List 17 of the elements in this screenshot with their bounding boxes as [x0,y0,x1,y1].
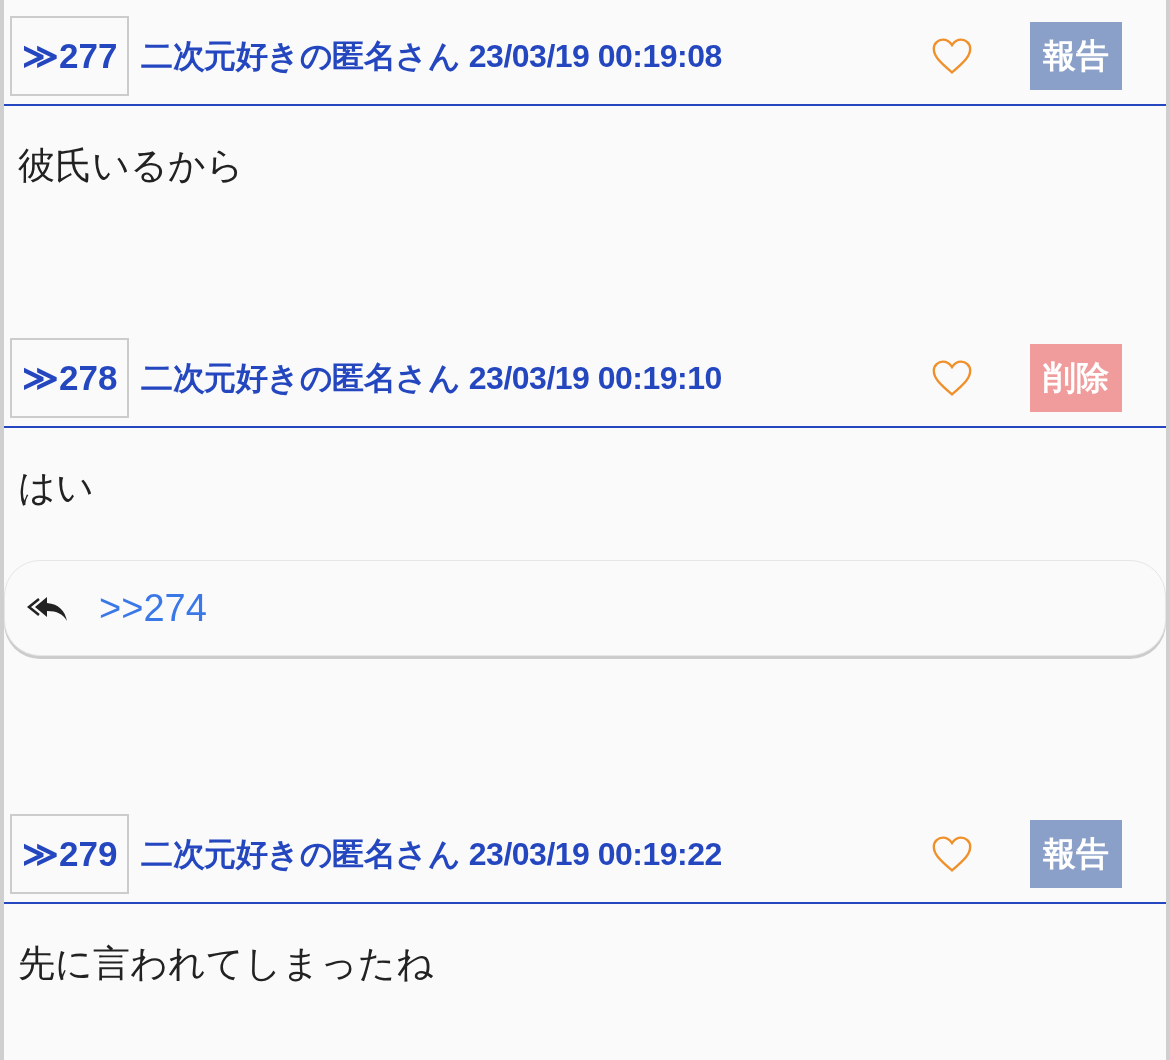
reply-card[interactable]: >>274 [4,560,1166,656]
post-body: 彼氏いるから [17,144,245,188]
author-timestamp: 二次元好きの匿名さん 23/03/19 00:19:10 [141,359,722,398]
report-button[interactable]: 報告 [1030,22,1122,90]
post-number[interactable]: ≫277 [10,16,130,96]
report-button[interactable]: 報告 [1030,820,1122,888]
post-body: はい [17,466,95,510]
post-number[interactable]: ≫279 [10,814,130,894]
delete-button[interactable]: 削除 [1030,344,1122,412]
post-number[interactable]: ≫278 [10,338,130,418]
heart-icon[interactable] [930,36,974,76]
post-body: 先に言われてしまったね [17,942,435,986]
author-timestamp: 二次元好きの匿名さん 23/03/19 00:19:08 [141,37,722,76]
reply-link[interactable]: >>274 [99,579,207,637]
heart-icon[interactable] [930,834,974,874]
author-timestamp: 二次元好きの匿名さん 23/03/19 00:19:22 [141,835,722,874]
heart-icon[interactable] [930,358,974,398]
